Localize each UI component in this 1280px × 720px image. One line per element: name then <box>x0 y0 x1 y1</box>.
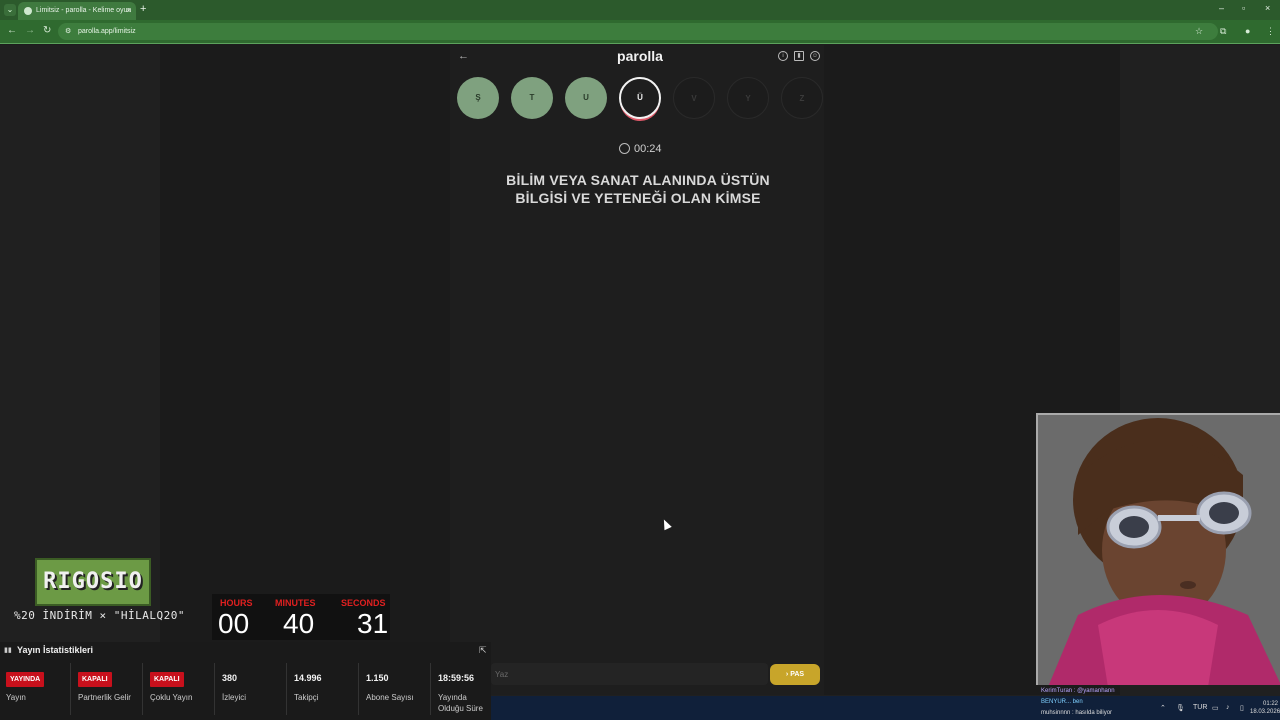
profile-avatar[interactable]: ● <box>1245 26 1250 36</box>
popout-icon[interactable]: ⇱ <box>479 645 487 656</box>
clock-icon <box>619 143 630 154</box>
letter-bubble-2: U <box>565 77 607 119</box>
stat-label-partnerlik: Partnerlik Gelir <box>78 693 131 702</box>
stats-icon: ▮▮ <box>4 647 12 654</box>
language-indicator[interactable]: TUR <box>1193 704 1207 711</box>
answer-input[interactable] <box>491 663 768 685</box>
volume-icon[interactable]: ♪ <box>1226 704 1230 711</box>
stat-label-sure: Yayında Olduğu Süre <box>438 693 483 713</box>
extensions-icon[interactable]: ⧉ <box>1220 26 1226 37</box>
tab-title: Limitsiz - parolla - Kelime oyun <box>36 7 132 14</box>
tab-close-icon[interactable]: × <box>126 6 131 15</box>
favicon-icon <box>24 7 32 15</box>
stats-title: Yayın İstatistikleri <box>17 645 94 655</box>
letter-bubble-5: Y <box>727 77 769 119</box>
network-icon[interactable]: ▭ <box>1212 704 1219 712</box>
minutes-label: MINUTES <box>275 598 316 608</box>
question-line-1: BİLİM VEYA SANAT ALANINDA ÜSTÜN <box>506 172 770 188</box>
stat-value-abone: 1.150 <box>366 673 389 683</box>
promo-text: %20 İNDİRİM × "HİLALQ20" <box>14 609 185 622</box>
status-badge-coklu: KAPALI <box>150 672 184 687</box>
bookmark-star-icon[interactable]: ☆ <box>1195 26 1203 37</box>
chat-message: KerimTuran : @yamanhann <box>1041 688 1115 694</box>
webcam-feed <box>1036 413 1280 685</box>
taskbar-clock[interactable]: 01:22 18.03.2026 <box>1250 700 1280 716</box>
status-badge-partnerlik: KAPALI <box>78 672 112 687</box>
letter-bubble-1: T <box>511 77 553 119</box>
browser-menu-icon[interactable]: ⋮ <box>1266 26 1275 37</box>
stat-value-sure: 18:59:56 <box>438 673 475 683</box>
stat-value-takipci: 14.996 <box>294 673 322 683</box>
reload-icon[interactable]: ↻ <box>43 25 51 36</box>
stat-divider <box>142 663 143 715</box>
game-back-button[interactable]: ← <box>458 50 469 62</box>
webcam-avatar-image <box>1038 415 1280 685</box>
close-window-button[interactable]: × <box>1265 3 1270 13</box>
pass-button[interactable]: › PAS <box>770 664 820 685</box>
maximize-button[interactable]: ▫ <box>1242 3 1245 13</box>
stat-label-yayin: Yayın <box>6 693 26 702</box>
clock-date: 18.03.2026 <box>1250 709 1280 715</box>
app-title: parolla <box>617 48 663 64</box>
letter-bubble-current: Ü <box>619 77 661 119</box>
url-bar[interactable]: ⚙ parolla.app/limitsiz <box>58 23 1218 40</box>
mic-icon[interactable]: 🎙 <box>1176 704 1185 712</box>
letter-bubble-0: Ş <box>457 77 499 119</box>
seconds-value: 31 <box>357 608 389 639</box>
browser-tab[interactable]: Limitsiz - parolla - Kelime oyun × <box>18 2 136 20</box>
browser-tab-bar <box>0 0 1280 20</box>
sponsor-logo: RIGOSIO <box>35 558 151 606</box>
stat-label-takipci: Takipçi <box>294 693 319 702</box>
chat-overlay: KerimTuran : @yamanhann BENYUR... ben mu… <box>1041 686 1181 719</box>
stat-divider <box>430 663 431 715</box>
seconds-label: SECONDS <box>341 598 386 608</box>
clock-time: 01:22 <box>1262 701 1278 707</box>
stat-divider <box>214 663 215 715</box>
minimize-button[interactable]: – <box>1219 3 1224 13</box>
stat-value-izleyici: 380 <box>222 673 238 683</box>
stat-label-coklu: Çoklu Yayın <box>150 693 193 702</box>
new-tab-button[interactable]: + <box>140 3 146 15</box>
user-profile-icon[interactable]: ☺ <box>810 51 820 61</box>
timer-text: 00:24 <box>634 143 662 155</box>
forward-icon[interactable]: → <box>25 25 35 36</box>
stat-divider <box>70 663 71 715</box>
stats-chart-icon[interactable]: ▮ <box>794 51 804 61</box>
minutes-value: 40 <box>283 608 315 639</box>
stat-divider <box>286 663 287 715</box>
question-line-2: BİLGİSİ VE YETENEĞİ OLAN KİMSE <box>515 190 761 206</box>
stat-label-abone: Abone Sayısı <box>366 693 414 702</box>
status-badge-yayin: YAYINDA <box>6 672 45 687</box>
site-info-icon[interactable]: ⚙ <box>65 27 71 35</box>
hours-label: HOURS <box>220 598 253 608</box>
tray-chevron-icon[interactable]: ⌃ <box>1160 704 1166 712</box>
tab-search-button[interactable]: ⌄ <box>4 4 16 16</box>
letter-bubble-4: V <box>673 77 715 119</box>
url-text: parolla.app/limitsiz <box>78 28 136 35</box>
stat-divider <box>358 663 359 715</box>
info-icon[interactable]: i <box>778 51 788 61</box>
battery-icon[interactable]: ▯ <box>1240 704 1244 712</box>
back-icon[interactable]: ← <box>7 25 17 36</box>
question-text: BİLİM VEYA SANAT ALANINDA ÜSTÜN BİLGİSİ … <box>470 171 806 207</box>
letter-bubble-6: Z <box>781 77 823 119</box>
hours-value: 00 <box>218 608 250 639</box>
stat-label-izleyici: İzleyici <box>222 693 247 702</box>
